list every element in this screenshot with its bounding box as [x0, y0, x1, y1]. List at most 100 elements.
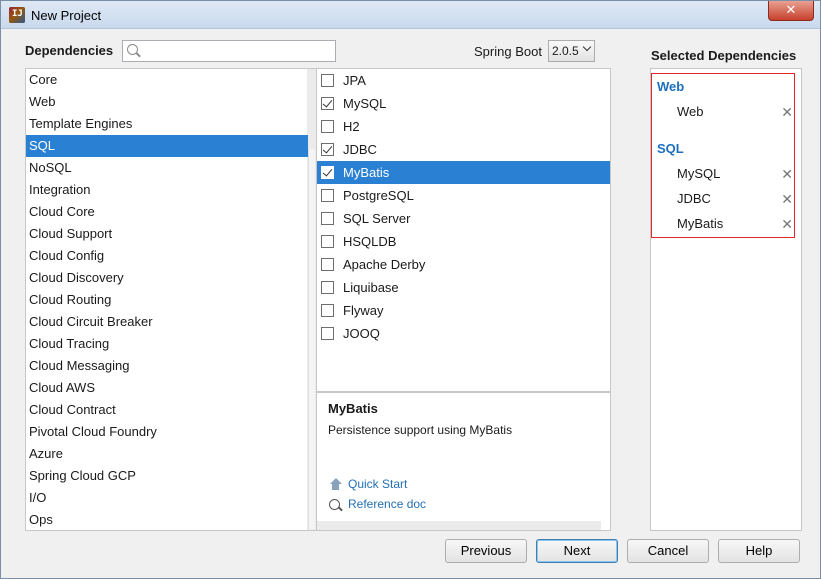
intellij-app-icon: IJ	[9, 7, 25, 23]
selected-item-mysql: MySQL ✕	[677, 166, 795, 183]
description-text: Persistence support using MyBatis	[328, 423, 513, 437]
selected-item-label: Web	[677, 104, 704, 119]
new-project-dialog: IJ New Project ✕ Dependencies Spring Boo…	[0, 0, 821, 579]
spring-boot-version-select[interactable]: 2.0.5	[548, 40, 595, 62]
category-item[interactable]: Cloud Core	[26, 201, 308, 223]
category-item[interactable]: Spring Cloud GCP	[26, 465, 308, 487]
description-title: MyBatis	[328, 401, 378, 416]
cancel-button[interactable]: Cancel	[627, 539, 709, 563]
category-item[interactable]: Core	[26, 69, 308, 91]
category-item[interactable]: NoSQL	[26, 157, 308, 179]
category-item[interactable]: Web	[26, 91, 308, 113]
dependency-item[interactable]: MySQL	[317, 92, 610, 115]
dependency-checkbox[interactable]	[321, 189, 334, 202]
selected-item-label: MyBatis	[677, 216, 724, 231]
category-item[interactable]: Cloud Support	[26, 223, 308, 245]
next-button[interactable]: Next	[536, 539, 618, 563]
spring-boot-version-value: 2.0.5	[552, 44, 579, 58]
dependency-checkbox[interactable]	[321, 212, 334, 225]
dependency-checkbox[interactable]	[321, 74, 334, 87]
dependency-item[interactable]: JOOQ	[317, 322, 610, 345]
category-item[interactable]: I/O	[26, 487, 308, 509]
dependency-label: JPA	[343, 73, 366, 88]
remove-icon[interactable]: ✕	[781, 216, 793, 233]
remove-icon[interactable]: ✕	[781, 104, 793, 121]
category-item[interactable]: Azure	[26, 443, 308, 465]
category-item[interactable]: Ops	[26, 509, 308, 531]
dependency-item[interactable]: HSQLDB	[317, 230, 610, 253]
dependency-checkbox[interactable]	[321, 235, 334, 248]
help-button[interactable]: Help	[718, 539, 800, 563]
dependency-item[interactable]: H2	[317, 115, 610, 138]
dependency-item[interactable]: MyBatis	[317, 161, 610, 184]
dependency-item[interactable]: Apache Derby	[317, 253, 610, 276]
dependency-description: MyBatis Persistence support using MyBati…	[317, 392, 611, 531]
remove-icon[interactable]: ✕	[781, 166, 793, 183]
dependency-label: HSQLDB	[343, 234, 397, 249]
dependency-checkbox[interactable]	[321, 258, 334, 271]
remove-icon[interactable]: ✕	[781, 191, 793, 208]
dependencies-label: Dependencies	[25, 43, 114, 58]
chevron-down-icon	[582, 42, 592, 52]
search-icon	[127, 44, 138, 55]
dependency-label: MySQL	[343, 96, 387, 111]
dependency-label: SQL Server	[343, 211, 411, 226]
dependency-checkbox[interactable]	[321, 143, 334, 156]
category-item[interactable]: Cloud Discovery	[26, 267, 308, 289]
dependency-item[interactable]: PostgreSQL	[317, 184, 610, 207]
window-title: New Project	[31, 8, 102, 23]
selected-item-web: Web ✕	[677, 104, 795, 121]
dependency-label: JOOQ	[343, 326, 380, 341]
category-item[interactable]: Cloud Tracing	[26, 333, 308, 355]
category-item[interactable]: Integration	[26, 179, 308, 201]
dependency-list: JPA MySQL H2 JDBC MyBatis PostgreSQL SQL Serve…	[317, 68, 611, 392]
description-scrollbar[interactable]	[317, 521, 601, 530]
dependency-checkbox[interactable]	[321, 327, 334, 340]
dependency-checkbox[interactable]	[321, 166, 334, 179]
dependency-label: Liquibase	[343, 280, 399, 295]
category-scrollbar[interactable]	[307, 69, 316, 530]
search-field[interactable]	[122, 40, 336, 62]
spring-boot-label: Spring Boot	[474, 44, 542, 59]
dependency-item[interactable]: JDBC	[317, 138, 610, 161]
dependency-item[interactable]: Flyway	[317, 299, 610, 322]
category-item[interactable]: Cloud Circuit Breaker	[26, 311, 308, 333]
category-item[interactable]: Template Engines	[26, 113, 308, 135]
selected-dependencies-panel: Web Web ✕ SQL MySQL ✕ JDBC ✕ MyBatis ✕	[650, 68, 802, 531]
category-item[interactable]: Cloud Contract	[26, 399, 308, 421]
dependency-checkbox[interactable]	[321, 97, 334, 110]
dependency-label: Flyway	[343, 303, 384, 318]
category-list: Core Web Template Engines SQL NoSQL Integrati…	[25, 68, 317, 531]
group-title-web: Web	[657, 79, 685, 94]
search-doc-icon	[329, 497, 342, 511]
dependency-item[interactable]: SQL Server	[317, 207, 610, 230]
dependency-item[interactable]: JPA	[317, 69, 610, 92]
group-title-sql: SQL	[657, 141, 684, 156]
category-item[interactable]: SQL	[26, 135, 308, 157]
category-item[interactable]: Cloud AWS	[26, 377, 308, 399]
scrollbar-thumb[interactable]	[308, 149, 315, 529]
selected-item-label: JDBC	[677, 191, 711, 206]
category-item[interactable]: Cloud Config	[26, 245, 308, 267]
selected-item-mybatis: MyBatis ✕	[677, 216, 795, 233]
previous-button[interactable]: Previous	[445, 539, 527, 563]
dependency-checkbox[interactable]	[321, 304, 334, 317]
reference-doc-label[interactable]: Reference doc	[348, 497, 426, 511]
dependency-checkbox[interactable]	[321, 120, 334, 133]
selected-item-label: MySQL	[677, 166, 721, 181]
dependency-label: Apache Derby	[343, 257, 426, 272]
home-icon	[329, 478, 342, 490]
category-item[interactable]: Cloud Routing	[26, 289, 308, 311]
selected-dependencies-label: Selected Dependencies	[651, 48, 797, 63]
dependency-label: MyBatis	[343, 165, 390, 180]
quick-start-label[interactable]: Quick Start	[348, 477, 407, 491]
close-button[interactable]: ✕	[768, 1, 814, 21]
category-item[interactable]: Cloud Messaging	[26, 355, 308, 377]
checkmark-icon	[322, 97, 333, 108]
checkmark-icon	[322, 166, 333, 177]
checkmark-icon	[322, 143, 333, 154]
dependency-item[interactable]: Liquibase	[317, 276, 610, 299]
category-item[interactable]: Pivotal Cloud Foundry	[26, 421, 308, 443]
search-input[interactable]	[143, 43, 331, 59]
dependency-checkbox[interactable]	[321, 281, 334, 294]
